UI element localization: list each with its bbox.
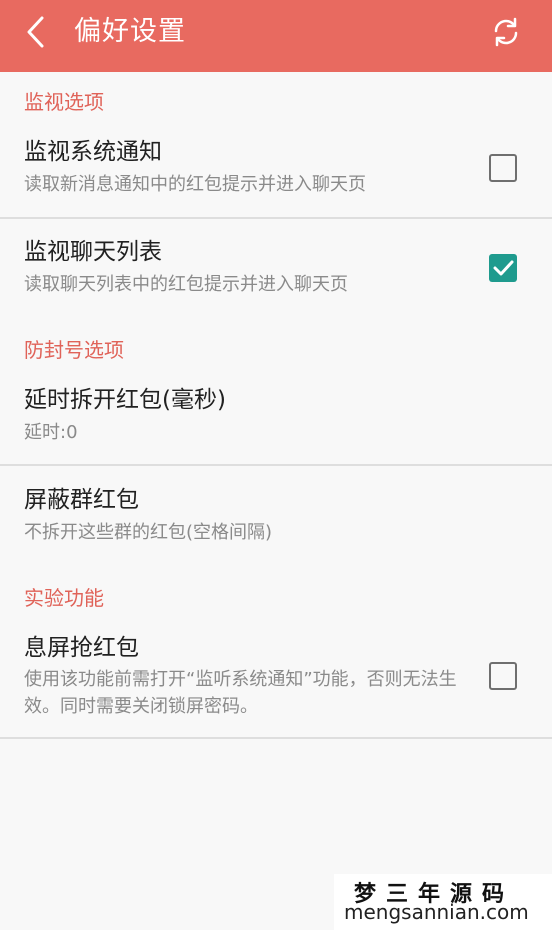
section-header-anti-ban: 防封号选项 <box>24 338 124 362</box>
divider <box>0 737 552 739</box>
checkbox-monitor-system-notification[interactable] <box>489 154 517 182</box>
pref-summary: 读取聊天列表中的红包提示并进入聊天页 <box>24 274 348 295</box>
watermark-url: mengsannian.com <box>344 900 529 924</box>
pref-summary: 延时:0 <box>24 422 78 443</box>
pref-block-group[interactable]: 屏蔽群红包 不拆开这些群的红包(空格间隔) <box>0 476 552 566</box>
pref-title: 监视系统通知 <box>24 139 162 165</box>
pref-summary: 使用该功能前需打开“监听系统通知”功能，否则无法生效。同时需要关闭锁屏密码。 <box>24 669 457 717</box>
divider <box>0 217 552 219</box>
checkbox-monitor-chat-list[interactable] <box>489 254 517 282</box>
pref-summary: 不拆开这些群的红包(空格间隔) <box>24 522 273 543</box>
preferences-screen: 偏好设置 监视选项 监视系统通知 读取新消息通知中的红包提示并进入聊天页 监视聊… <box>0 0 552 930</box>
pref-monitor-system-notification[interactable]: 监视系统通知 读取新消息通知中的红包提示并进入聊天页 <box>0 128 552 218</box>
refresh-button[interactable] <box>488 14 524 50</box>
pref-summary: 读取新消息通知中的红包提示并进入聊天页 <box>24 174 366 195</box>
pref-title: 屏蔽群红包 <box>24 487 139 513</box>
back-button[interactable] <box>18 12 54 52</box>
pref-screen-off-grab[interactable]: 息屏抢红包 使用该功能前需打开“监听系统通知”功能，否则无法生效。同时需要关闭锁… <box>0 624 552 734</box>
section-header-monitor: 监视选项 <box>24 90 104 114</box>
pref-delay-open[interactable]: 延时拆开红包(毫秒) 延时:0 <box>0 376 552 466</box>
chevron-left-icon <box>27 16 44 48</box>
watermark: 梦三年源码 mengsannian.com <box>334 874 552 930</box>
pref-monitor-chat-list[interactable]: 监视聊天列表 读取聊天列表中的红包提示并进入聊天页 <box>0 228 552 318</box>
app-bar: 偏好设置 <box>0 0 552 72</box>
refresh-icon <box>494 17 518 47</box>
pref-title: 监视聊天列表 <box>24 239 162 265</box>
checkmark-icon <box>493 260 514 276</box>
pref-title: 息屏抢红包 <box>24 635 139 661</box>
pref-title: 延时拆开红包(毫秒) <box>24 387 226 413</box>
section-header-experimental: 实验功能 <box>24 586 104 610</box>
checkbox-screen-off-grab[interactable] <box>489 662 517 690</box>
page-title: 偏好设置 <box>74 16 186 47</box>
divider <box>0 464 552 466</box>
